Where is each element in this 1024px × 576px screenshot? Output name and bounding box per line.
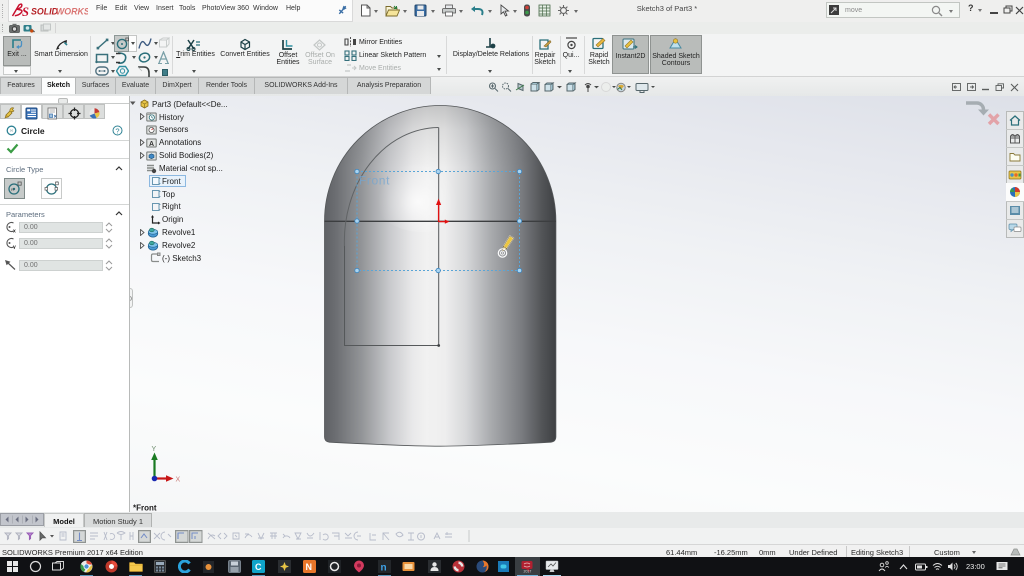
svg-text:x: x xyxy=(13,229,16,234)
svg-text:SOLID: SOLID xyxy=(31,7,59,17)
svg-text:1: 1 xyxy=(56,181,58,184)
svg-text:X: X xyxy=(176,477,181,484)
svg-text:*Front: *Front xyxy=(133,504,157,513)
svg-text:A: A xyxy=(149,141,154,148)
svg-text:2017: 2017 xyxy=(524,570,532,574)
svg-text:Front: Front xyxy=(359,174,390,188)
svg-text:N: N xyxy=(306,562,313,572)
svg-text:n: n xyxy=(381,563,387,574)
svg-text:Y: Y xyxy=(152,446,157,453)
svg-text:?: ? xyxy=(115,127,119,136)
svg-text:WORKS: WORKS xyxy=(56,7,88,17)
svg-text:S: S xyxy=(22,5,29,19)
svg-text:R: R xyxy=(11,187,14,192)
svg-text:C: C xyxy=(255,562,262,572)
svg-text:y: y xyxy=(13,245,16,250)
